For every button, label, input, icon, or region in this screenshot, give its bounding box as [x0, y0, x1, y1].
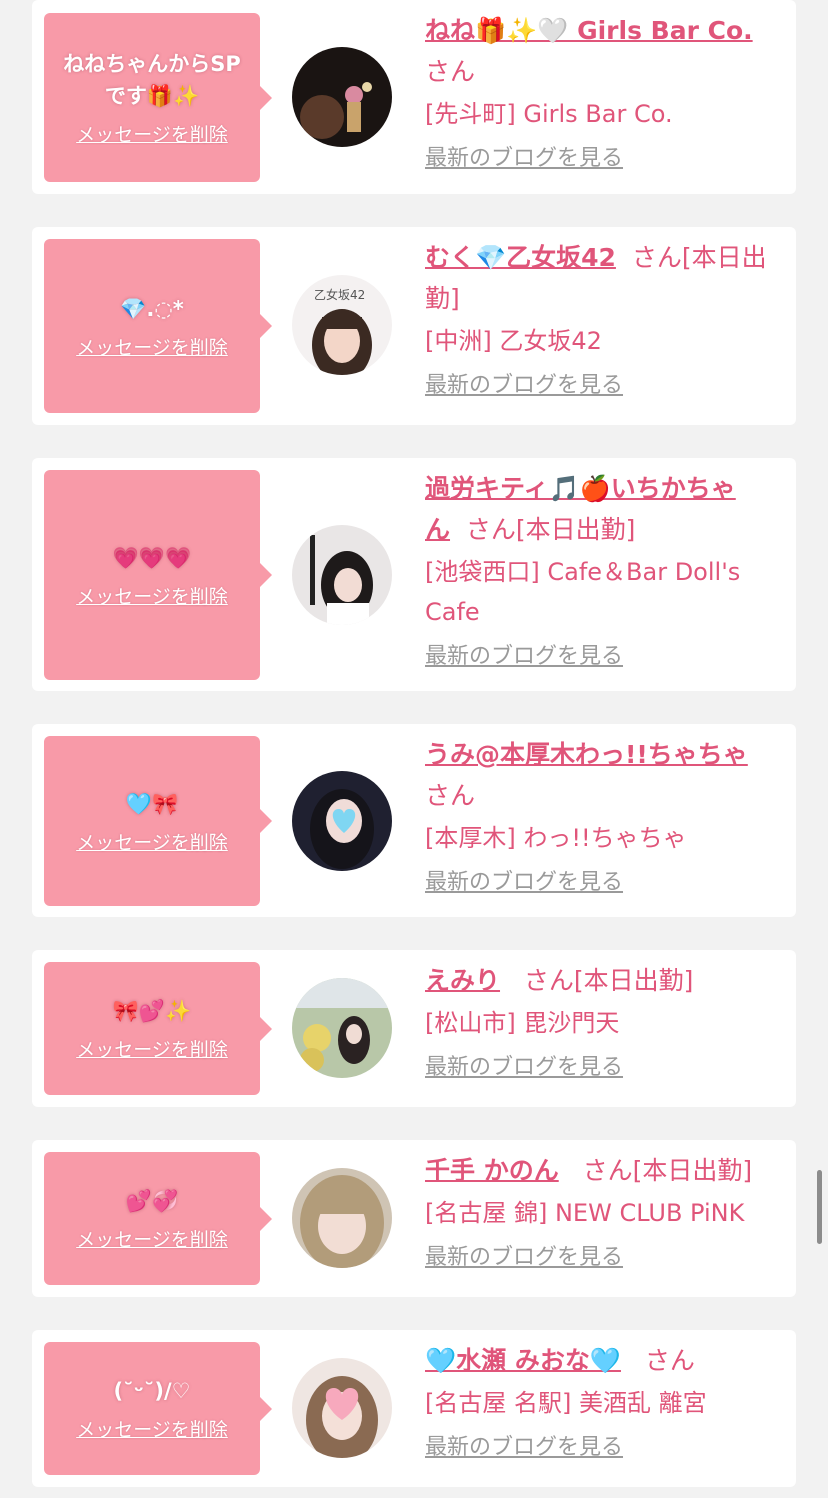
delete-message-link[interactable]: メッセージを削除 [76, 120, 228, 147]
message-card: 💎.◌* メッセージを削除 乙女坂42 むく💎乙女坂42 さん[本日出勤] [中… [32, 227, 796, 425]
cast-name-link[interactable]: ねね🎁✨🤍 Girls Bar Co. [425, 16, 753, 45]
avatar[interactable] [292, 1168, 392, 1268]
message-card: ねねちゃんからSP です🎁✨ メッセージを削除 ねね🎁✨🤍 Girls Bar … [32, 0, 796, 194]
cast-suffix: さん [425, 57, 476, 86]
cast-name-link[interactable]: 千手 かのん [425, 1156, 559, 1185]
cast-name-link[interactable]: えみり [425, 966, 500, 995]
shop-name: [名古屋 錦] NEW CLUB PiNK [425, 1199, 745, 1227]
message-card: 🩵🎀 メッセージを削除 うみ@本厚木わっ!!ちゃちゃ さん [本厚木] わっ!!ち… [32, 724, 796, 917]
message-card: 🎀💕✨ メッセージを削除 えみり さん[本日出勤] [松山市] 毘沙門天 最新の… [32, 950, 796, 1107]
avatar[interactable]: 乙女坂42 [292, 275, 392, 375]
cast-name-link[interactable]: 🩵水瀬 みおな🩵 [425, 1346, 621, 1375]
cast-info: えみり さん[本日出勤] [松山市] 毘沙門天 最新のブログを見る [425, 960, 780, 1085]
shop-name: [先斗町] Girls Bar Co. [425, 100, 673, 128]
latest-blog-link[interactable]: 最新のブログを見る [425, 640, 623, 674]
message-bubble: 🩵🎀 メッセージを削除 [44, 736, 272, 906]
cast-suffix: さん[本日出勤] [582, 1156, 753, 1185]
avatar[interactable] [292, 47, 392, 147]
message-text: 🎀💕✨ [112, 999, 192, 1023]
cast-suffix: さん[本日出勤] [465, 515, 636, 544]
message-text: 🩵🎀 [125, 791, 179, 816]
message-text: (˘ᵕ˘)/♡ [113, 1379, 191, 1403]
shop-name: [松山市] 毘沙門天 [425, 1009, 620, 1037]
message-bubble: 🎀💕✨ メッセージを削除 [44, 962, 272, 1095]
message-card: (˘ᵕ˘)/♡ メッセージを削除 🩵水瀬 みおな🩵 さん [名古屋 名駅] 美酒… [32, 1330, 796, 1487]
scrollbar[interactable] [817, 1170, 822, 1244]
cast-name-link[interactable]: むく💎乙女坂42 [425, 243, 616, 272]
avatar[interactable] [292, 978, 392, 1078]
latest-blog-link[interactable]: 最新のブログを見る [425, 1431, 623, 1465]
cast-info: 千手 かのん さん[本日出勤] [名古屋 錦] NEW CLUB PiNK 最新… [425, 1150, 780, 1275]
delete-message-link[interactable]: メッセージを削除 [76, 828, 228, 855]
message-bubble: (˘ᵕ˘)/♡ メッセージを削除 [44, 1342, 272, 1475]
cast-name-link[interactable]: うみ@本厚木わっ!!ちゃちゃ [425, 740, 748, 769]
latest-blog-link[interactable]: 最新のブログを見る [425, 866, 623, 900]
svg-text:乙女坂42: 乙女坂42 [314, 287, 365, 302]
message-text: 💕💞 [125, 1189, 179, 1213]
message-bubble: 💗💗💗 メッセージを削除 [44, 470, 272, 680]
cast-info: むく💎乙女坂42 さん[本日出勤] [中洲] 乙女坂42 最新のブログを見る [425, 237, 780, 403]
latest-blog-link[interactable]: 最新のブログを見る [425, 1241, 623, 1275]
avatar[interactable] [292, 1358, 392, 1458]
avatar[interactable] [292, 525, 392, 625]
cast-info: ねね🎁✨🤍 Girls Bar Co. さん [先斗町] Girls Bar Co… [425, 10, 780, 176]
latest-blog-link[interactable]: 最新のブログを見る [425, 142, 623, 176]
cast-suffix: さん [425, 781, 476, 810]
message-card: 💕💞 メッセージを削除 千手 かのん さん[本日出勤] [名古屋 錦] NEW … [32, 1140, 796, 1297]
message-text: 💎.◌* [120, 296, 184, 321]
cast-suffix: さん[本日出勤] [523, 966, 694, 995]
cast-info: うみ@本厚木わっ!!ちゃちゃ さん [本厚木] わっ!!ちゃちゃ 最新のブログを見… [425, 734, 780, 900]
cast-info: 過労キティ🎵🍎いちかちゃん さん[本日出勤] [池袋西口] Cafe＆Bar D… [425, 468, 780, 674]
message-text: ねねちゃんからSP です🎁✨ [63, 52, 241, 108]
shop-name: [池袋西口] Cafe＆Bar Doll's Cafe [425, 558, 741, 626]
avatar[interactable] [292, 771, 392, 871]
latest-blog-link[interactable]: 最新のブログを見る [425, 1051, 623, 1085]
shop-name: [本厚木] わっ!!ちゃちゃ [425, 824, 687, 852]
cast-suffix: さん [644, 1346, 695, 1375]
shop-name: [中洲] 乙女坂42 [425, 327, 602, 355]
delete-message-link[interactable]: メッセージを削除 [76, 1035, 228, 1062]
latest-blog-link[interactable]: 最新のブログを見る [425, 369, 623, 403]
message-bubble: ねねちゃんからSP です🎁✨ メッセージを削除 [44, 13, 272, 182]
shop-name: [名古屋 名駅] 美酒乱 離宮 [425, 1389, 707, 1417]
message-bubble: 💕💞 メッセージを削除 [44, 1152, 272, 1285]
message-card: 💗💗💗 メッセージを削除 過労キティ🎵🍎いちかちゃん さん[本日出勤] [池袋西… [32, 458, 796, 691]
message-bubble: 💎.◌* メッセージを削除 [44, 239, 272, 413]
delete-message-link[interactable]: メッセージを削除 [76, 333, 228, 360]
delete-message-link[interactable]: メッセージを削除 [76, 1225, 228, 1252]
message-text: 💗💗💗 [112, 545, 192, 570]
cast-info: 🩵水瀬 みおな🩵 さん [名古屋 名駅] 美酒乱 離宮 最新のブログを見る [425, 1340, 780, 1465]
delete-message-link[interactable]: メッセージを削除 [76, 1415, 228, 1442]
delete-message-link[interactable]: メッセージを削除 [76, 582, 228, 609]
